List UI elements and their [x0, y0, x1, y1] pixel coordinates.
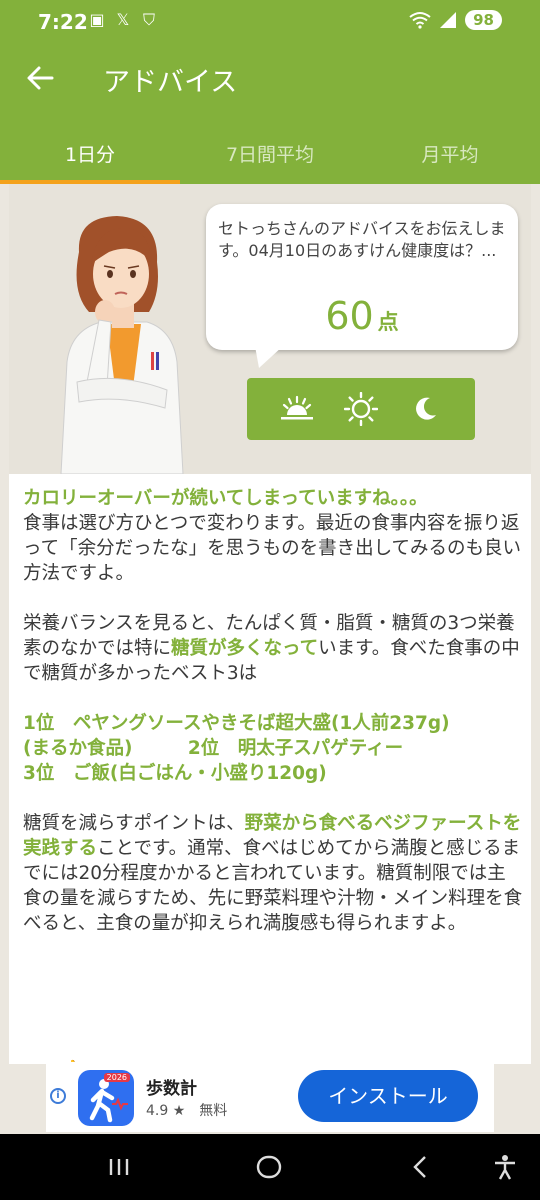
- battery-indicator: 98: [465, 10, 502, 30]
- sunrise-icon[interactable]: [277, 389, 317, 429]
- recent-apps-icon[interactable]: [104, 1152, 134, 1182]
- accessibility-icon[interactable]: [490, 1152, 520, 1182]
- ad-banner[interactable]: i 2026 歩数計 4.9 ★ 無料 インストール: [46, 1062, 494, 1132]
- ad-rating: 4.9 ★ 無料: [146, 1100, 227, 1120]
- moon-icon[interactable]: [405, 389, 445, 429]
- advice-paragraph-1: 食事は選び方ひとつで変わります。最近の食事内容を振り返って「余分だったな」を思う…: [23, 513, 522, 584]
- tab-seven-day-average[interactable]: 7日間平均: [180, 114, 360, 184]
- rank-line-2: (まるか食品) 2位 明太子スパゲティー: [23, 738, 404, 759]
- health-score: 60 点: [206, 294, 518, 338]
- system-nav-bar: [0, 1134, 540, 1200]
- ad-info-icon[interactable]: i: [50, 1088, 66, 1104]
- wifi-icon: [409, 12, 431, 29]
- p2-highlight: 糖質が多くなって: [171, 638, 319, 659]
- screenshot-icon: ▣: [89, 10, 105, 29]
- bubble-tail: [255, 346, 283, 368]
- meal-time-selector: [247, 378, 475, 440]
- shield-icon: ⛉: [142, 10, 155, 29]
- advice-hero: セトっちさんのアドバイスをお伝えします。04月10日のあすけん健康度は？... …: [9, 184, 531, 474]
- period-tabs: 1日分 7日間平均 月平均: [0, 114, 540, 184]
- advice-headline: カロリーオーバーが続いてしまっていますね。。。: [23, 488, 428, 509]
- top-three-ranking: 1位 ペヤングソースやきそば超大盛(1人前237g) (まるか食品) 2位 明太…: [23, 711, 523, 786]
- install-button[interactable]: インストール: [298, 1070, 478, 1122]
- p4-text-after: ことです。通常、食べはじめてから満腹と感じるまでには20分程度かかると言われてい…: [23, 838, 523, 934]
- advice-speech-bubble: セトっちさんのアドバイスをお伝えします。04月10日のあすけん健康度は？... …: [206, 204, 518, 350]
- rating-value: 4.9: [146, 1103, 169, 1119]
- home-icon[interactable]: [254, 1152, 284, 1182]
- pedometer-app-icon[interactable]: 2026: [78, 1070, 134, 1126]
- advisor-illustration: [60, 216, 184, 474]
- advice-paragraph-4: 糖質を減らすポイントは、野菜から食べるベジファーストを実践することです。通常、食…: [23, 811, 523, 936]
- status-bar: 7:22 ▣ 𝕏 ⛉ 98: [0, 0, 540, 44]
- score-unit: 点: [377, 310, 399, 334]
- ad-app-name: 歩数計: [146, 1079, 197, 1099]
- tab-one-day[interactable]: 1日分: [0, 114, 180, 184]
- bubble-message: セトっちさんのアドバイスをお伝えします。04月10日のあすけん健康度は？...: [218, 219, 506, 260]
- back-icon[interactable]: [406, 1152, 436, 1182]
- rank-line-1: 1位 ペヤングソースやきそば超大盛(1人前237g): [23, 713, 450, 734]
- status-notification-icons: ▣ 𝕏 ⛉: [88, 11, 158, 29]
- status-time: 7:22: [38, 10, 88, 34]
- rank-line-3: 3位 ご飯(白ごはん・小盛り120g): [23, 763, 327, 784]
- x-app-icon: 𝕏: [116, 10, 130, 29]
- back-arrow-icon[interactable]: [22, 60, 58, 96]
- star-icon: ★: [172, 1103, 186, 1119]
- app-year-badge: 2026: [103, 1073, 130, 1082]
- sun-icon[interactable]: [341, 389, 381, 429]
- signal-icon: [440, 12, 457, 28]
- advice-body: カロリーオーバーが続いてしまっていますね。。。 食事は選び方ひとつで変わります。…: [23, 486, 523, 961]
- advice-paragraph-2: 栄養バランスを見ると、たんぱく質・脂質・糖質の3つ栄養素のなかでは特に糖質が多く…: [23, 611, 523, 686]
- advice-card: セトっちさんのアドバイスをお伝えします。04月10日のあすけん健康度は？... …: [9, 184, 531, 1064]
- tab-monthly-average[interactable]: 月平均: [360, 114, 540, 184]
- page-title: アドバイス: [103, 67, 238, 98]
- app-bar: アドバイス: [0, 44, 540, 114]
- status-right: 98: [409, 10, 502, 30]
- ad-price: 無料: [199, 1103, 228, 1119]
- score-value: 60: [325, 294, 374, 338]
- p4-text: 糖質を減らすポイントは、: [23, 813, 245, 834]
